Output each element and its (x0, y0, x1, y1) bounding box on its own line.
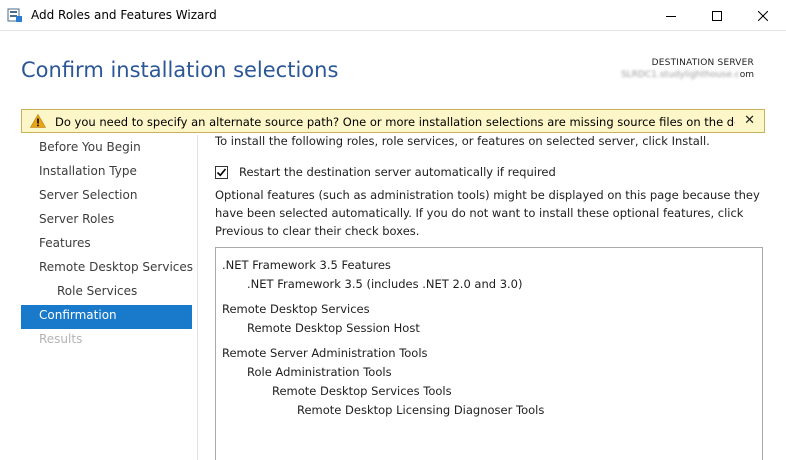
nav-item-features[interactable]: Features (21, 233, 192, 257)
warning-message[interactable]: Do you need to specify an alternate sour… (55, 115, 735, 129)
minimize-icon (666, 15, 676, 17)
wizard-header: Confirm installation selections DESTINAT… (0, 31, 786, 107)
maximize-icon (712, 10, 722, 21)
page-title: Confirm installation selections (21, 58, 339, 82)
minimize-button[interactable] (648, 0, 694, 31)
selection-item: Remote Desktop Session Host (247, 321, 420, 335)
nav-item-remote-desktop-services[interactable]: Remote Desktop Services (21, 257, 193, 281)
nav-item-role-services[interactable]: Role Services (21, 281, 192, 305)
warning-bar: Do you need to specify an alternate sour… (21, 109, 765, 133)
main-content: To install the following roles, role ser… (215, 133, 767, 460)
selection-item: Remote Desktop Services Tools (272, 384, 452, 398)
check-icon (216, 167, 227, 176)
maximize-button[interactable] (694, 0, 740, 31)
selection-item: .NET Framework 3.5 (includes .NET 2.0 an… (247, 277, 523, 291)
dismiss-warning-button[interactable]: ✕ (744, 113, 755, 128)
server-manager-icon (7, 8, 22, 22)
nav-item-server-roles[interactable]: Server Roles (21, 209, 192, 233)
destination-server-name: SLRDC1.studylighthouse.com (621, 70, 754, 80)
intro-text: To install the following roles, role ser… (215, 134, 710, 148)
destination-server-name-suffix: om (739, 70, 754, 80)
nav-item-before-you-begin[interactable]: Before You Begin (21, 137, 192, 161)
selection-item: Remote Desktop Licensing Diagnoser Tools (297, 403, 545, 417)
window-title: Add Roles and Features Wizard (31, 8, 217, 22)
close-window-button[interactable] (740, 0, 786, 31)
wizard-step-nav: Before You Begin Installation Type Server … (21, 137, 193, 353)
selection-item: Remote Desktop Services (222, 302, 370, 316)
destination-server-label: DESTINATION SERVER (651, 58, 754, 68)
restart-checkbox[interactable] (215, 165, 228, 179)
nav-item-results: Results (39, 332, 83, 346)
destination-server-name-redacted: SLRDC1.studylighthouse.c (621, 70, 740, 80)
title-bar[interactable]: Add Roles and Features Wizard (0, 0, 786, 31)
optional-features-note: Optional features (such as administratio… (215, 188, 760, 238)
restart-label[interactable]: Restart the destination server automatic… (239, 165, 556, 179)
selection-item: .NET Framework 3.5 Features (222, 258, 391, 272)
nav-item-confirmation[interactable]: Confirmation (21, 305, 192, 329)
warning-icon (30, 114, 46, 128)
restart-option[interactable]: Restart the destination server automatic… (215, 164, 556, 180)
selections-list[interactable]: .NET Framework 3.5 Features .NET Framewor… (215, 247, 763, 460)
selection-item: Role Administration Tools (247, 365, 392, 379)
nav-item-server-selection[interactable]: Server Selection (21, 185, 192, 209)
nav-divider (197, 135, 198, 460)
selection-item: Remote Server Administration Tools (222, 346, 428, 360)
nav-item-installation-type[interactable]: Installation Type (21, 161, 192, 185)
close-icon (758, 10, 768, 21)
